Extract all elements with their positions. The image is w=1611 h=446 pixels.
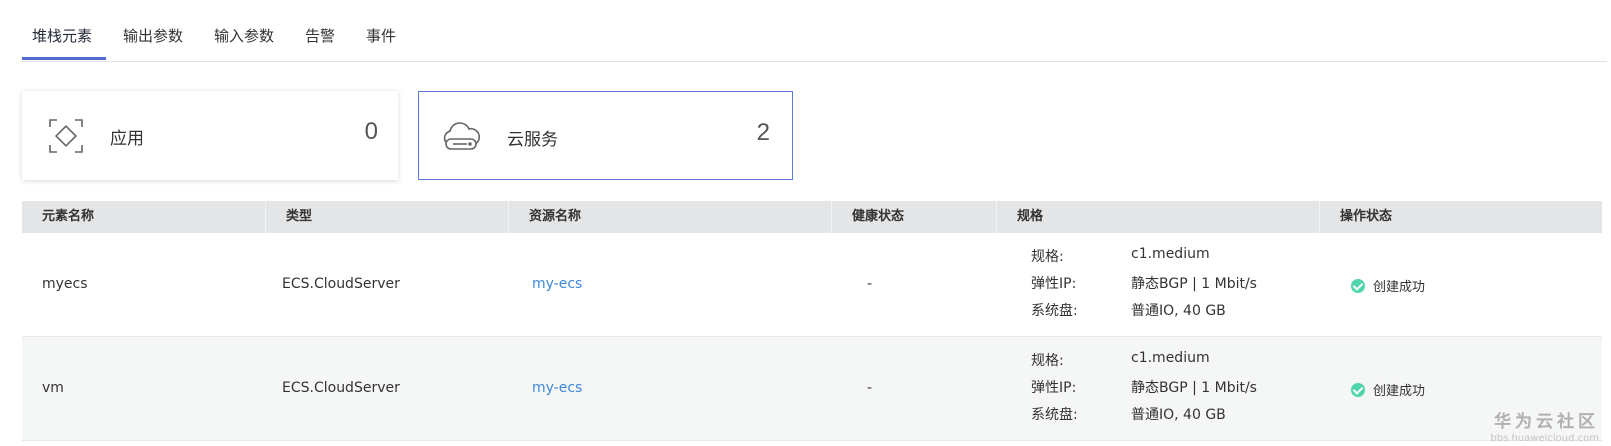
health-status: - <box>867 276 873 292</box>
spec-value: 普通IO, 40 GB <box>1131 303 1226 319</box>
table-header: 元素名称 类型 资源名称 健康状态 规格 操作状态 <box>22 201 1602 233</box>
spec-value: 静态BGP | 1 Mbit/s <box>1131 380 1257 396</box>
spec-key: 规格: <box>1031 249 1064 265</box>
element-name: myecs <box>42 276 88 292</box>
spec-key: 弹性IP: <box>1031 276 1077 292</box>
cloud-service-card-count: 2 <box>756 119 770 146</box>
active-tab-indicator <box>22 57 106 60</box>
tab-bar: 堆栈元素 输出参数 输入参数 告警 事件 <box>22 0 1607 62</box>
tab-events[interactable]: 事件 <box>366 25 396 46</box>
cloud-service-card[interactable]: 云服务 2 <box>418 91 793 180</box>
resource-name-link[interactable]: my-ecs <box>532 380 582 396</box>
spec-key: 系统盘: <box>1031 407 1078 423</box>
table-row: myecs ECS.CloudServer my-ecs - 规格: c1.med… <box>22 233 1602 337</box>
header-operation-status: 操作状态 <box>1319 201 1602 233</box>
spec-value: c1.medium <box>1131 350 1210 366</box>
spec-value: c1.medium <box>1131 246 1210 262</box>
operation-status-label: 创建成功 <box>1373 280 1426 295</box>
success-check-icon <box>1351 383 1365 397</box>
header-resource-name: 资源名称 <box>508 201 831 233</box>
spec-value: 普通IO, 40 GB <box>1131 407 1226 423</box>
tab-alarms[interactable]: 告警 <box>305 25 335 46</box>
element-name: vm <box>42 380 64 396</box>
spec-key: 弹性IP: <box>1031 380 1077 396</box>
element-type: ECS.CloudServer <box>282 276 400 292</box>
operation-status: 创建成功 <box>1351 276 1425 295</box>
application-card[interactable]: 应用 0 <box>22 91 398 180</box>
watermark-title: 华为云社区 <box>1494 412 1599 432</box>
application-card-label: 应用 <box>110 129 144 149</box>
watermark-url: bbs.huaweicloud.com <box>1490 433 1599 444</box>
stack-elements-table: 元素名称 类型 资源名称 健康状态 规格 操作状态 myecs ECS.Clou… <box>22 201 1602 441</box>
spec-key: 系统盘: <box>1031 303 1078 319</box>
success-check-icon <box>1351 279 1365 293</box>
spec-key: 规格: <box>1031 353 1064 369</box>
tab-inputs[interactable]: 输入参数 <box>214 25 274 46</box>
resource-name-link[interactable]: my-ecs <box>532 276 582 292</box>
spec-value: 静态BGP | 1 Mbit/s <box>1131 276 1257 292</box>
spec-cell: 规格: c1.medium 弹性IP: 静态BGP | 1 Mbit/s 系统盘: 普… <box>1031 337 1331 441</box>
watermark: 华为云社区 bbs.huaweicloud.com <box>1490 407 1599 444</box>
header-element-name: 元素名称 <box>42 209 95 224</box>
tab-outputs[interactable]: 输出参数 <box>123 25 183 46</box>
element-type: ECS.CloudServer <box>282 380 400 396</box>
application-card-count: 0 <box>364 118 378 145</box>
spec-cell: 规格: c1.medium 弹性IP: 静态BGP | 1 Mbit/s 系统盘: 普… <box>1031 233 1331 337</box>
operation-status-label: 创建成功 <box>1373 384 1426 399</box>
header-spec: 规格 <box>996 201 1319 233</box>
table-row: vm ECS.CloudServer my-ecs - 规格: c1.medium… <box>22 337 1602 441</box>
cloud-service-card-label: 云服务 <box>507 130 558 150</box>
header-type: 类型 <box>265 201 508 233</box>
health-status: - <box>867 380 873 396</box>
application-icon <box>46 116 86 156</box>
operation-status: 创建成功 <box>1351 380 1425 399</box>
cloud-icon <box>441 117 481 157</box>
tab-stack-elements[interactable]: 堆栈元素 <box>32 25 92 46</box>
header-health-status: 健康状态 <box>831 201 996 233</box>
